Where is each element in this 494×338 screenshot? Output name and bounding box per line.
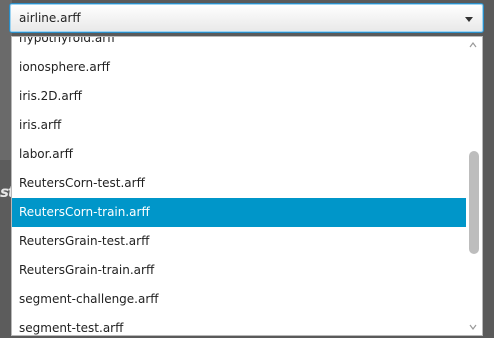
chevron-down-icon[interactable] [465,17,473,22]
scrollbar-thumb[interactable] [469,151,479,254]
list-item[interactable]: hypothyroid.arff [12,37,466,53]
dropdown-list: hypothyroid.arff ionosphere.arff iris.2D… [12,37,466,335]
list-item[interactable]: segment-test.arff [12,314,466,335]
list-item[interactable]: iris.arff [12,111,466,140]
list-item[interactable]: labor.arff [12,140,466,169]
list-item[interactable]: ReutersCorn-test.arff [12,169,466,198]
vertical-scrollbar[interactable] [466,37,482,335]
list-item[interactable]: segment-challenge.arff [12,285,466,314]
list-item[interactable]: ionosphere.arff [12,53,466,82]
list-item[interactable]: ReutersGrain-train.arff [12,256,466,285]
dropdown-popup: hypothyroid.arff ionosphere.arff iris.2D… [11,36,483,336]
scroll-up-icon[interactable] [469,41,477,49]
list-item-selected[interactable]: ReutersCorn-train.arff [12,198,466,227]
file-combobox[interactable]: airline.arff [9,3,484,33]
scroll-down-icon[interactable] [469,323,477,331]
list-item[interactable]: iris.2D.arff [12,82,466,111]
combobox-value: airline.arff [19,11,81,25]
list-item[interactable]: ReutersGrain-test.arff [12,227,466,256]
